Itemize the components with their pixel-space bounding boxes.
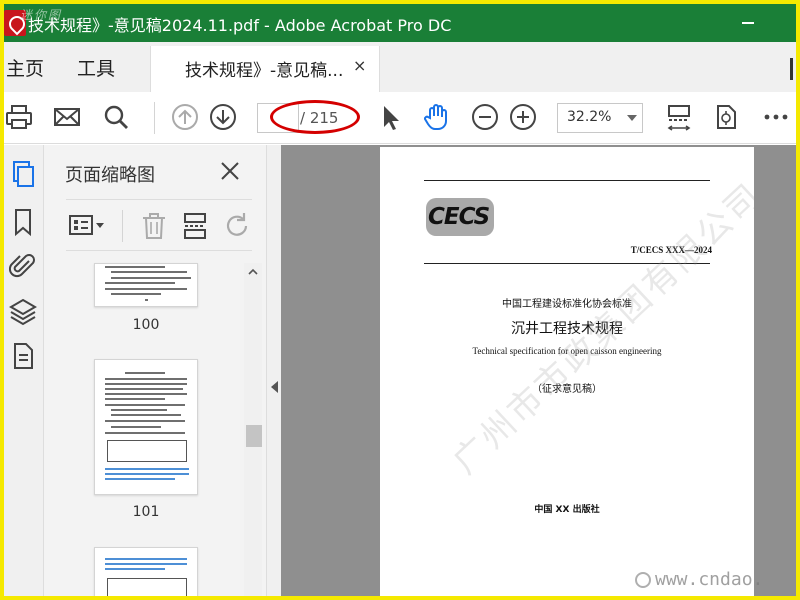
- hand-tool-icon[interactable]: [422, 102, 452, 132]
- select-cursor-icon[interactable]: [375, 102, 405, 132]
- toolbar-separator: [154, 102, 155, 134]
- header-rule: [424, 180, 710, 181]
- close-tab-icon[interactable]: ×: [353, 56, 366, 75]
- document-tab[interactable]: 技术规程》-意见稿... ×: [150, 46, 380, 92]
- cecs-logo: CECS: [426, 198, 494, 236]
- scrollbar-thumb[interactable]: [246, 425, 262, 447]
- email-icon[interactable]: [52, 102, 82, 132]
- thumbnail-label: 100: [132, 317, 160, 333]
- overflow-indicator: [790, 58, 793, 80]
- tab-tools[interactable]: 工具: [77, 54, 115, 81]
- thumbnail-options-icon[interactable]: [68, 212, 106, 240]
- page-thumbnail-102[interactable]: [94, 547, 198, 596]
- document-viewport[interactable]: CECS T/CECS XXX—2024 中国工程建设标准化协会标准 沉井工程技…: [281, 145, 796, 596]
- zoom-in-icon[interactable]: [508, 102, 538, 132]
- site-watermark-icon: [635, 572, 651, 588]
- red-annotation-ellipse: [270, 100, 360, 134]
- bookmark-icon[interactable]: [9, 207, 37, 237]
- minimize-button[interactable]: [736, 16, 760, 30]
- attachment-icon[interactable]: [9, 251, 37, 281]
- title-bar: 技术规程》-意见稿2024.11.pdf - Adobe Acrobat Pro…: [4, 4, 796, 42]
- navigation-rail: [4, 145, 44, 596]
- tab-home[interactable]: 主页: [6, 54, 44, 81]
- zoom-out-icon[interactable]: [470, 102, 500, 132]
- scroll-up-icon[interactable]: [248, 267, 258, 277]
- document-tab-label: 技术规程》-意见稿...: [185, 61, 344, 81]
- page-thumbnail-100[interactable]: [94, 263, 198, 307]
- panel-toolbar: [66, 199, 252, 251]
- page-thumbnails-icon[interactable]: [9, 159, 37, 189]
- zoom-select[interactable]: 32.2%: [557, 103, 643, 133]
- window-title: 技术规程》-意见稿2024.11.pdf - Adobe Acrobat Pro…: [28, 16, 452, 35]
- acrobat-window: 技术规程》-意见稿2024.11.pdf - Adobe Acrobat Pro…: [4, 4, 796, 596]
- page-thumbnails-panel: 页面缩略图 100 101: [44, 145, 266, 596]
- insert-page-icon[interactable]: [180, 211, 210, 241]
- corner-watermark: 迷你图: [20, 8, 63, 22]
- delete-icon[interactable]: [140, 211, 168, 241]
- tab-row: 主页 工具 技术规程》-意见稿... ×: [4, 42, 796, 92]
- publisher-name: 中国 XX 出版社: [534, 505, 600, 515]
- cecs-logo-text: CECS: [428, 204, 490, 230]
- rotate-page-icon[interactable]: [711, 102, 741, 132]
- previous-page-icon[interactable]: [170, 102, 200, 132]
- pdf-page: CECS T/CECS XXX—2024 中国工程建设标准化协会标准 沉井工程技…: [380, 147, 754, 596]
- association-name: 中国工程建设标准化协会标准: [502, 299, 632, 310]
- thumbnail-scrollbar[interactable]: [244, 263, 262, 596]
- rotate-icon[interactable]: [222, 211, 252, 241]
- panel-separator: [122, 210, 123, 242]
- page-thumbnail-101[interactable]: [94, 359, 198, 495]
- more-options-icon[interactable]: [761, 102, 791, 132]
- site-watermark: www.cndao.: [655, 569, 764, 590]
- panel-title: 页面缩略图: [65, 165, 155, 186]
- thumbnail-table: [107, 440, 187, 462]
- chevron-down-icon: [627, 115, 637, 121]
- close-icon[interactable]: [218, 159, 242, 183]
- zoom-value: 32.2%: [567, 109, 612, 125]
- print-icon[interactable]: [4, 102, 34, 132]
- thumbnail-label: 101: [132, 504, 160, 520]
- layers-icon[interactable]: [9, 297, 37, 327]
- main-toolbar: 1 / 215 32.2%: [4, 92, 796, 144]
- collapse-arrow-icon[interactable]: [271, 381, 278, 393]
- next-page-icon[interactable]: [208, 102, 238, 132]
- thumbnail-table: [107, 578, 187, 596]
- document-icon[interactable]: [9, 341, 37, 371]
- search-icon[interactable]: [101, 102, 131, 132]
- fit-page-icon[interactable]: [664, 102, 694, 132]
- panel-collapse-strip[interactable]: [266, 145, 281, 596]
